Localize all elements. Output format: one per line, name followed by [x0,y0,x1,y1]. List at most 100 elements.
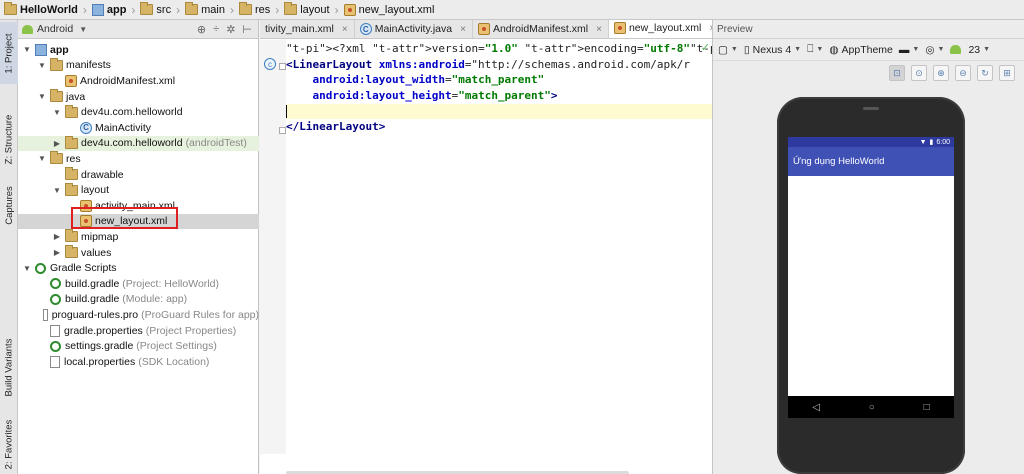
breadcrumb-item[interactable]: layout › [282,0,341,20]
expand-arrow-icon[interactable]: ▼ [22,45,32,54]
folder-icon [185,2,199,15]
code-line[interactable]: <LinearLayout xmlns:android="http://sche… [286,57,712,73]
tree-item[interactable]: ▼ app [18,42,259,58]
code-line[interactable]: </LinearLayout> [286,119,712,135]
tree-item[interactable]: ▶ values [18,245,259,261]
editor-tab[interactable]: tivity_main.xml × [260,20,355,38]
code-line[interactable]: "t-pi"><?xml "t-attr">version="1.0" "t-a… [286,41,712,57]
structure-tool-tab[interactable]: Z: Structure [0,104,18,174]
tree-item[interactable]: build.gradle (Project: HelloWorld) [18,276,259,292]
tree-item-label: MainActivity [95,121,152,134]
build-variants-tool-tab[interactable]: Build Variants [0,332,18,402]
tree-item[interactable]: ▼ layout [18,182,259,198]
tree-item-hint: (Project Properties) [145,324,237,337]
zoom-out-icon[interactable]: ⊖ [955,65,971,81]
code-area[interactable]: "t-pi"><?xml "t-attr">version="1.0" "t-a… [286,40,712,454]
tree-item[interactable]: ▼ manifests [18,57,259,74]
module-icon [35,43,47,56]
activity-icon: ▬ [898,43,910,56]
project-tool-tab[interactable]: 1: Project [0,22,18,84]
breadcrumb-item[interactable]: src › [138,0,183,20]
class-marker-icon[interactable]: c [264,58,276,70]
collapse-all-icon[interactable]: ÷ [213,23,219,36]
collapse-arrow-icon[interactable]: ▶ [52,232,62,241]
collapse-arrow-icon[interactable]: ▶ [52,139,62,148]
breadcrumb-item[interactable]: res › [237,0,282,20]
code-line[interactable]: android:layout_width="match_parent" [286,72,712,88]
breadcrumb-item[interactable]: new_layout.xml [342,0,438,20]
tree-item[interactable]: gradle.properties (Project Properties) [18,323,259,339]
close-icon[interactable]: × [342,24,348,35]
expand-arrow-icon[interactable]: ▼ [37,92,47,101]
theme-icon: ◍ [829,43,839,56]
zoom-in-icon[interactable]: ⊕ [933,65,949,81]
project-panel-header: Android ▼ ⊕ ÷ ✲ ⊢ [18,20,258,39]
code-line[interactable] [286,103,712,120]
favorites-tool-tab[interactable]: 2: Favorites [0,416,18,472]
orientation-selector[interactable]: ⎕ ▼ [807,43,823,56]
file-icon [43,308,48,321]
editor-gutter [260,40,286,454]
locale-selector[interactable]: ◎ ▼ [925,44,944,56]
fold-marker-icon[interactable] [279,63,286,70]
tree-item-label: dev4u.com.helloworld [81,137,183,150]
tree-item[interactable]: C MainActivity [18,120,259,136]
tree-item-label: settings.gradle [65,340,134,353]
tree-item-label: java [66,90,86,103]
tree-item[interactable]: build.gradle (Module: app) [18,292,259,308]
tree-item[interactable]: drawable [18,167,259,183]
tree-item-label: build.gradle [65,293,120,306]
tree-item[interactable]: AndroidManifest.xml [18,73,259,89]
close-icon[interactable]: × [596,24,602,35]
device-selector[interactable]: ▯ Nexus 4 ▼ [744,44,801,56]
expand-arrow-icon[interactable]: ▼ [22,264,32,273]
chevron-down-icon: ▼ [79,24,88,34]
sync-icon[interactable]: ⊕ [197,23,206,36]
editor-tab[interactable]: C MainActivity.java × [355,20,473,38]
tree-item[interactable]: ▼ Gradle Scripts [18,260,259,276]
editor-tab[interactable]: new_layout.xml× [608,20,723,38]
app-bar: Ứng dụng HelloWorld [788,147,954,176]
captures-tool-tab[interactable]: Captures [0,180,18,230]
tree-item[interactable]: ▼ java [18,89,259,105]
tree-item[interactable]: ▼ res [18,151,259,167]
hide-panel-icon[interactable]: ⊢ [242,23,252,36]
tree-item[interactable]: ▶ dev4u.com.helloworld (androidTest) [18,135,259,152]
expand-arrow-icon[interactable]: ▼ [52,186,62,195]
api-level-selector[interactable]: 23 ▼ [950,44,990,56]
expand-arrow-icon[interactable]: ▼ [37,61,47,70]
tree-item-hint: (Module: app) [122,293,188,306]
tree-item[interactable]: proguard-rules.pro (ProGuard Rules for ap… [18,307,259,323]
design-surface-button[interactable]: ▢ ▼ [718,44,738,56]
gradle-icon [50,340,61,352]
refresh-icon[interactable]: ↻ [977,65,993,81]
tree-item-label: mipmap [81,230,119,243]
collapse-arrow-icon[interactable]: ▶ [52,248,62,257]
breadcrumb-item[interactable]: app › [90,0,139,20]
file-icon [50,355,60,368]
class-icon: C [80,121,92,134]
expand-arrow-icon[interactable]: ▼ [37,154,47,163]
gear-icon[interactable]: ✲ [226,23,235,36]
code-line[interactable]: android:layout_height="match_parent"> [286,88,712,104]
tree-item[interactable]: ▶ mipmap [18,229,259,245]
expand-arrow-icon[interactable]: ▼ [52,108,62,117]
theme-selector[interactable]: ◍ AppTheme [829,44,893,56]
zoom-fit-icon[interactable]: ⊙ [911,65,927,81]
editor-tab[interactable]: AndroidManifest.xml × [473,20,609,38]
device-screen: ▼ ▮ 6:00 Ứng dụng HelloWorld ◁ ○ □ [788,137,954,418]
breadcrumb-item[interactable]: main › [183,0,237,20]
tree-item[interactable]: settings.gradle (Project Settings) [18,338,259,354]
activity-selector[interactable]: ▬ ▼ [899,44,919,56]
breadcrumb-item[interactable]: HelloWorld › [2,0,90,20]
project-view-selector[interactable]: Android ▼ [22,23,87,35]
close-icon[interactable]: × [460,24,466,35]
text-cursor [286,105,287,119]
tree-item[interactable]: local.properties (SDK Location) [18,354,259,370]
back-icon: ◁ [812,401,821,413]
fold-marker-icon[interactable] [279,127,286,134]
tree-item[interactable]: ▼ dev4u.com.helloworld [18,104,259,120]
tree-item-hint: (Project: HelloWorld) [122,277,219,290]
screenshot-icon[interactable]: ⊞ [999,65,1015,81]
zoom-actual-icon[interactable]: ⊡ [889,65,905,81]
